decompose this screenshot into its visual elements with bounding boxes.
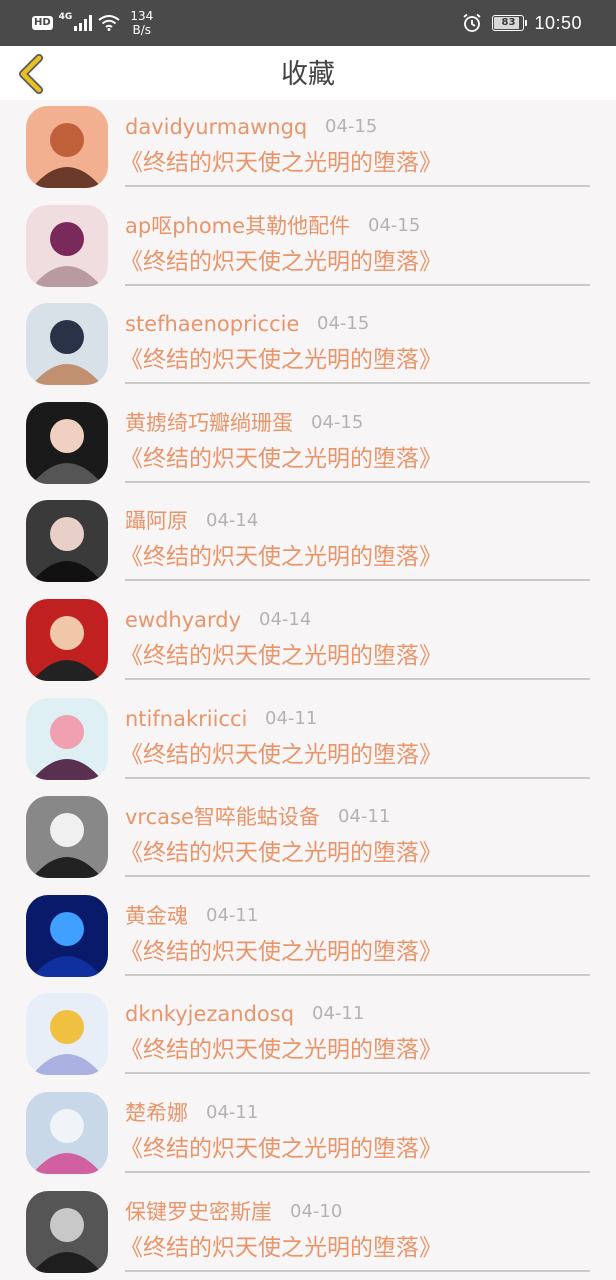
favorite-book-title: 《终结的炽天使之光明的堕落》 (120, 248, 442, 275)
favorite-date: 04-14 (206, 510, 259, 532)
favorite-item[interactable]: 黄金魂 04-11 《终结的炽天使之光明的堕落》 (0, 889, 616, 988)
battery-level: 83 (501, 17, 516, 28)
divider (125, 776, 590, 779)
divider (125, 185, 590, 187)
favorite-username: 保键罗史密斯崖 (125, 1199, 272, 1224)
status-left: HD 4G 134 B/s (32, 8, 153, 38)
favorite-item[interactable]: 保键罗史密斯崖 04-10 《终结的炽天使之光明的堕落》 (0, 1185, 616, 1280)
favorite-book-title: 《终结的炽天使之光明的堕落》 (120, 544, 442, 571)
divider (125, 480, 590, 483)
avatar[interactable] (26, 599, 108, 681)
favorite-date: 04-15 (317, 313, 370, 335)
status-right: 83 10:50 (462, 8, 582, 38)
favorite-date: 04-14 (259, 609, 312, 630)
favorite-item[interactable]: 黄掳绮巧瓣绱珊蛋 04-15 《终结的炽天使之光明的堕落》 (0, 396, 616, 495)
status-bar: HD 4G 134 B/s 83 10:50 (0, 0, 616, 46)
favorite-book-title: 《终结的炽天使之光明的堕落》 (120, 840, 442, 867)
favorite-book-title: 《终结的炽天使之光明的堕落》 (120, 741, 442, 768)
divider (125, 1269, 590, 1272)
favorite-username: stefhaenopriccie (125, 312, 300, 337)
avatar[interactable] (26, 401, 108, 484)
favorite-item[interactable]: 楚希娜 04-11 《终结的炽天使之光明的堕落》 (0, 1086, 616, 1185)
favorites-list: davidyurmawngq 04-15 《终结的炽天使之光明的堕落》 ap呕phom… (0, 100, 616, 1280)
favorite-item[interactable]: vrcase智啐能蛄设备 04-11 《终结的炽天使之光明的堕落》 (0, 790, 616, 889)
divider (125, 382, 590, 385)
divider (125, 973, 590, 976)
favorite-book-title: 《终结的炽天使之光明的堕落》 (120, 445, 442, 472)
speed-unit: B/s (132, 23, 152, 37)
battery-icon: 83 (492, 15, 528, 31)
favorite-username: ap呕phome其勒他配件 (125, 213, 351, 238)
favorite-book-title: 《终结的炽天使之光明的堕落》 (120, 1037, 442, 1064)
favorite-item[interactable]: ntifnakriicci 04-11 《终结的炽天使之光明的堕落》 (0, 692, 616, 791)
hd-badge: HD (32, 16, 53, 30)
favorite-username: davidyurmawngq (125, 115, 308, 139)
favorite-username: 黄金魂 (125, 903, 188, 928)
page-title: 收藏 (281, 59, 335, 90)
favorite-date: 04-11 (338, 806, 391, 828)
favorite-date: 04-10 (290, 1200, 343, 1222)
avatar[interactable] (26, 204, 108, 287)
favorite-date: 04-15 (368, 214, 421, 236)
divider (125, 875, 590, 878)
divider (125, 1171, 590, 1173)
favorite-username: 黄掳绮巧瓣绱珊蛋 (125, 410, 293, 435)
alarm-icon (462, 13, 482, 33)
divider (125, 1072, 590, 1075)
favorite-username: ewdhyardy (125, 608, 242, 632)
signal-icon (74, 15, 93, 31)
favorite-date: 04-15 (311, 411, 364, 433)
favorite-username: 楚希娜 (125, 1101, 188, 1125)
favorite-date: 04-11 (206, 1102, 259, 1123)
avatar[interactable] (26, 697, 108, 780)
clock: 10:50 (534, 12, 582, 33)
divider (125, 283, 590, 286)
avatar[interactable] (26, 894, 108, 977)
favorite-item[interactable]: davidyurmawngq 04-15 《终结的炽天使之光明的堕落》 (0, 100, 616, 199)
favorite-item[interactable]: ap呕phome其勒他配件 04-15 《终结的炽天使之光明的堕落》 (0, 199, 616, 298)
favorite-username: ntifnakriicci (125, 706, 248, 731)
favorite-item[interactable]: dknkyjezandosq 04-11 《终结的炽天使之光明的堕落》 (0, 987, 616, 1086)
favorite-book-title: 《终结的炽天使之光明的堕落》 (120, 1136, 442, 1162)
favorite-date: 04-11 (206, 904, 259, 926)
avatar[interactable] (26, 500, 108, 583)
favorite-date: 04-11 (312, 1003, 365, 1025)
avatar[interactable] (26, 1092, 108, 1174)
network-type: 4G (58, 12, 73, 22)
favorite-date: 04-11 (265, 707, 318, 729)
favorite-book-title: 《终结的炽天使之光明的堕落》 (120, 1234, 442, 1261)
network-speed: 134 B/s (130, 9, 153, 37)
favorite-username: vrcase智啐能蛄设备 (125, 805, 320, 830)
divider (125, 678, 590, 680)
favorite-username: dknkyjezandosq (125, 1002, 295, 1027)
favorite-username: 躡阿原 (125, 509, 188, 534)
favorite-book-title: 《终结的炽天使之光明的堕落》 (120, 347, 442, 374)
favorite-date: 04-15 (325, 116, 378, 137)
wifi-icon (98, 15, 120, 31)
favorite-item[interactable]: ewdhyardy 04-14 《终结的炽天使之光明的堕落》 (0, 593, 616, 692)
divider (125, 579, 590, 582)
speed-value: 134 (130, 9, 154, 23)
avatar[interactable] (26, 993, 108, 1076)
header: 收藏 (0, 46, 616, 100)
favorite-book-title: 《终结的炽天使之光明的堕落》 (120, 938, 442, 965)
favorite-item[interactable]: 躡阿原 04-14 《终结的炽天使之光明的堕落》 (0, 494, 616, 593)
avatar[interactable] (26, 106, 108, 188)
avatar[interactable] (26, 1190, 108, 1273)
avatar[interactable] (26, 303, 108, 386)
favorite-item[interactable]: stefhaenopriccie 04-15 《终结的炽天使之光明的堕落》 (0, 297, 616, 396)
favorite-book-title: 《终结的炽天使之光明的堕落》 (120, 643, 442, 669)
favorite-book-title: 《终结的炽天使之光明的堕落》 (120, 150, 442, 176)
avatar[interactable] (26, 796, 108, 879)
